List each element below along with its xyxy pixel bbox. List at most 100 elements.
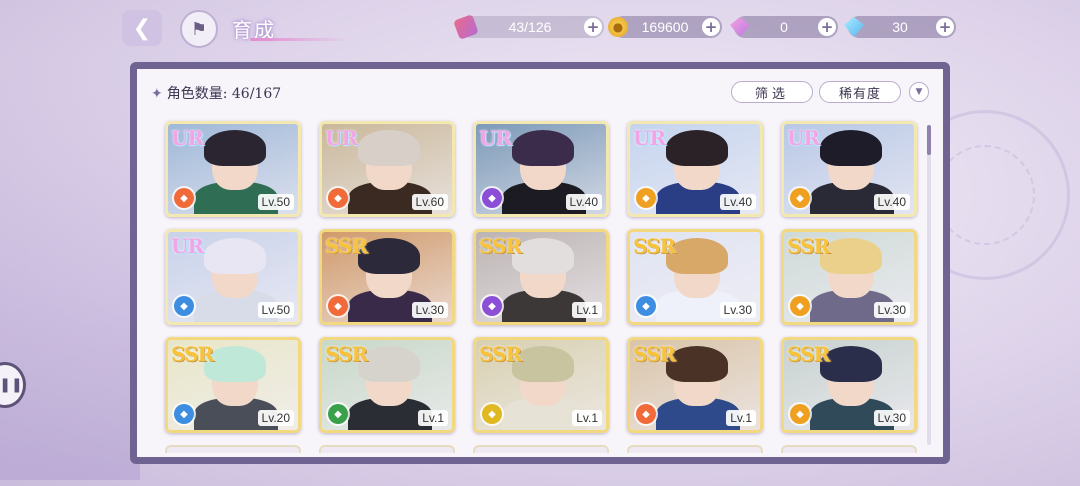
rarity-badge: UR	[171, 234, 204, 258]
rarity-badge: UR	[479, 126, 512, 150]
back-arrow-icon: ❮	[132, 15, 152, 41]
character-count: ✦ 角色数量: 46/167	[151, 83, 281, 103]
character-card-partial[interactable]	[627, 445, 763, 453]
rarity-badge: SSR	[479, 234, 522, 258]
character-card-partial[interactable]	[319, 445, 455, 453]
element-icon: ◆	[328, 404, 348, 424]
candy-icon	[453, 14, 479, 40]
character-hair	[512, 238, 574, 274]
element-icon: ◆	[790, 296, 810, 316]
character-hair	[666, 238, 728, 274]
element-icon: ◆	[174, 296, 194, 316]
character-card[interactable]: SSR ◆ Lv.20	[165, 337, 301, 433]
rarity-badge: UR	[171, 126, 204, 150]
element-icon: ◆	[636, 296, 656, 316]
pause-icon: ❚❚	[0, 377, 23, 393]
character-card[interactable]: SSR ◆ Lv.30	[781, 229, 917, 325]
coin-icon: ●	[608, 17, 628, 37]
resource-blue-gem: 30 +	[844, 16, 956, 38]
character-card[interactable]: SSR ◆ Lv.1	[473, 229, 609, 325]
character-count-label: 角色数量: 46/167	[166, 86, 282, 102]
character-card[interactable]: SSR ◆ Lv.1	[627, 337, 763, 433]
level-label: Lv.50	[257, 194, 294, 210]
character-card[interactable]: SSR ◆ Lv.30	[781, 337, 917, 433]
character-card[interactable]: SSR ◆ Lv.30	[319, 229, 455, 325]
element-icon: ◆	[790, 188, 810, 208]
character-hair	[358, 238, 420, 274]
home-button[interactable]: ⚑	[180, 10, 218, 48]
add-blue-gem-button[interactable]: +	[936, 18, 954, 36]
back-button[interactable]: ❮	[122, 10, 162, 46]
character-hair	[666, 130, 728, 166]
character-hair	[512, 130, 574, 166]
filter-button[interactable]: 筛选	[731, 81, 813, 103]
add-candy-button[interactable]: +	[584, 18, 602, 36]
resource-gold: ● 169600 +	[608, 16, 722, 38]
character-card-partial[interactable]	[781, 445, 917, 453]
level-label: Lv.30	[873, 302, 910, 318]
character-hair	[204, 238, 266, 274]
resource-candy: 43/126 +	[453, 14, 604, 40]
element-icon: ◆	[482, 188, 502, 208]
character-card[interactable]: UR ◆ Lv.50	[165, 121, 301, 217]
sort-down-icon: ▼	[915, 87, 923, 97]
level-label: Lv.30	[411, 302, 448, 318]
character-hair	[358, 130, 420, 166]
character-card[interactable]: UR ◆ Lv.40	[781, 121, 917, 217]
character-hair	[358, 346, 420, 382]
level-label: Lv.1	[726, 410, 756, 426]
background-ferris-wheel-inner	[935, 145, 1035, 245]
character-card-partial[interactable]	[473, 445, 609, 453]
element-icon: ◆	[636, 188, 656, 208]
rarity-badge: SSR	[325, 342, 368, 366]
add-pink-gem-button[interactable]: +	[818, 18, 836, 36]
character-list-panel: ✦ 角色数量: 46/167 筛选 稀有度 ▼ UR ◆ Lv.50 UR ◆ Lv.60 U…	[130, 62, 950, 464]
character-card[interactable]: SSR ◆ Lv.1	[319, 337, 455, 433]
character-card[interactable]: SSR ◆ Lv.30	[627, 229, 763, 325]
rarity-badge: UR	[787, 126, 820, 150]
level-label: Lv.40	[719, 194, 756, 210]
element-icon: ◆	[174, 404, 194, 424]
element-icon: ◆	[328, 188, 348, 208]
pink-diamond-icon	[730, 17, 750, 37]
sparkle-icon: ✦	[151, 86, 163, 102]
character-hair	[204, 346, 266, 382]
character-card[interactable]: SSR ◆ Lv.1	[473, 337, 609, 433]
element-icon: ◆	[790, 404, 810, 424]
rarity-badge: UR	[325, 126, 358, 150]
character-card[interactable]: UR ◆ Lv.40	[627, 121, 763, 217]
character-hair	[204, 130, 266, 166]
level-label: Lv.50	[257, 302, 294, 318]
element-icon: ◆	[636, 404, 656, 424]
element-icon: ◆	[482, 296, 502, 316]
level-label: Lv.40	[565, 194, 602, 210]
character-card[interactable]: UR ◆ Lv.40	[473, 121, 609, 217]
scrollbar-thumb[interactable]	[927, 125, 931, 155]
character-card[interactable]: UR ◆ Lv.60	[319, 121, 455, 217]
rarity-badge: SSR	[479, 342, 522, 366]
level-label: Lv.1	[418, 410, 448, 426]
rarity-badge: SSR	[325, 234, 368, 258]
element-icon: ◆	[174, 188, 194, 208]
rarity-badge: SSR	[633, 342, 676, 366]
rarity-badge: SSR	[171, 342, 214, 366]
resource-blue-gem-value: 30	[892, 19, 908, 35]
rarity-sort-button[interactable]: 稀有度	[819, 81, 901, 103]
resource-candy-value: 43/126	[508, 19, 552, 35]
character-card[interactable]: UR ◆ Lv.50	[165, 229, 301, 325]
sort-order-button[interactable]: ▼	[909, 82, 929, 102]
background-castle-silhouette	[0, 60, 140, 480]
resource-pink-gem: 0 +	[730, 16, 838, 38]
character-card-partial[interactable]	[165, 445, 301, 453]
rarity-badge: SSR	[787, 342, 830, 366]
character-hair	[666, 346, 728, 382]
add-gold-button[interactable]: +	[702, 18, 720, 36]
level-label: Lv.30	[873, 410, 910, 426]
rarity-badge: SSR	[787, 234, 830, 258]
level-label: Lv.20	[257, 410, 294, 426]
scrollbar-track[interactable]	[927, 125, 931, 445]
resource-gold-value: 169600	[641, 19, 689, 35]
resource-pink-gem-value: 0	[780, 19, 788, 35]
element-icon: ◆	[482, 404, 502, 424]
character-hair	[820, 238, 882, 274]
